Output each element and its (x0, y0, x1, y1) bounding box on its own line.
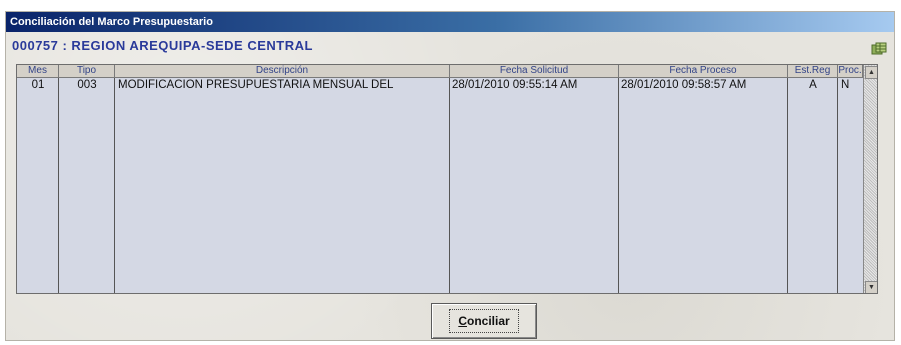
column-divider (17, 78, 59, 293)
column-header-tipo[interactable]: Tipo (59, 65, 115, 78)
cell-descripcion[interactable]: MODIFICACION PRESUPUESTARIA MENSUAL DEL (118, 78, 450, 92)
conciliar-button[interactable]: Conciliar (431, 303, 537, 339)
column-divider (450, 78, 619, 293)
table-export-icon (871, 42, 887, 55)
column-header-fecha-proceso[interactable]: Fecha Proceso (619, 65, 788, 78)
window-title: Conciliación del Marco Presupuestario (6, 12, 894, 32)
cell-fecha-proceso[interactable]: 28/01/2010 09:58:57 AM (621, 78, 787, 92)
column-divider (59, 78, 115, 293)
cell-est-reg[interactable]: A (788, 78, 838, 92)
column-header-proc[interactable]: Proc. (838, 65, 863, 78)
column-divider (619, 78, 788, 293)
scroll-down-arrow-icon[interactable]: ▼ (865, 281, 877, 293)
cell-proc[interactable]: N (841, 78, 863, 92)
cell-tipo[interactable]: 003 (59, 78, 115, 92)
data-grid[interactable]: Mes Tipo Descripción Fecha Solicitud Fec… (16, 64, 878, 294)
scroll-up-arrow-icon[interactable]: ▲ (865, 66, 877, 79)
cell-mes[interactable]: 01 (17, 78, 59, 92)
conciliar-mnemonic: C (458, 314, 467, 328)
column-header-fecha-solicitud[interactable]: Fecha Solicitud (450, 65, 619, 78)
conciliar-label-rest: onciliar (466, 314, 510, 328)
column-header-descripcion[interactable]: Descripción (115, 65, 450, 78)
column-divider (788, 78, 838, 293)
entity-label: 000757 : REGION AREQUIPA-SEDE CENTRAL (12, 38, 313, 53)
vertical-scrollbar[interactable]: ▲ ▼ (863, 65, 877, 293)
column-header-est-reg[interactable]: Est.Reg (788, 65, 838, 78)
column-header-mes[interactable]: Mes (17, 65, 59, 78)
conciliar-button-label: Conciliar (449, 309, 519, 333)
dialog-window: Conciliación del Marco Presupuestario 00… (5, 11, 895, 341)
export-button[interactable] (870, 40, 888, 58)
cell-fecha-solicitud[interactable]: 28/01/2010 09:55:14 AM (452, 78, 618, 92)
column-divider (115, 78, 450, 293)
